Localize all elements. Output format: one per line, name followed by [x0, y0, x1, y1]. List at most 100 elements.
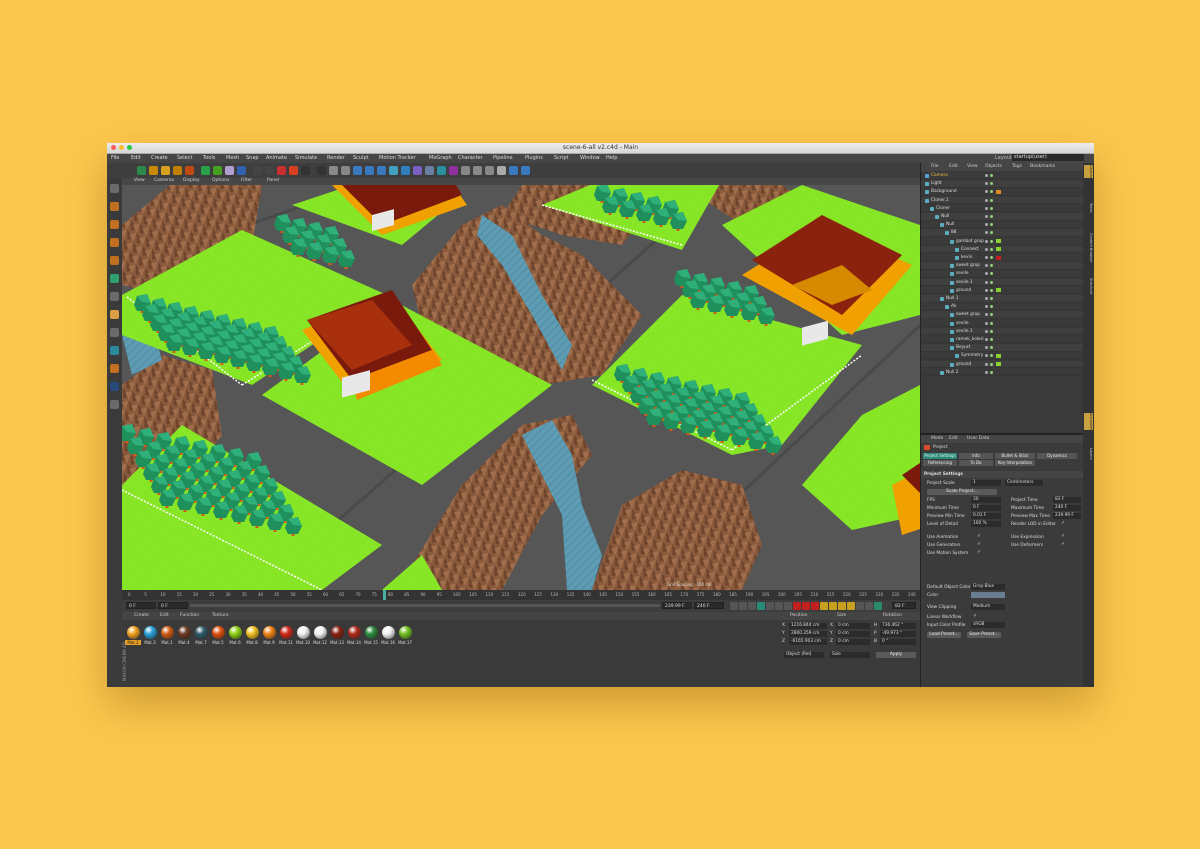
viewport-menu-cameras[interactable]: Cameras	[154, 178, 174, 183]
visibility-dot-icon[interactable]	[985, 272, 988, 276]
apply-button[interactable]: Apply	[876, 652, 916, 658]
tab-key-interpolation[interactable]: Key Interpolation	[995, 460, 1035, 466]
enable-check-icon[interactable]	[990, 231, 993, 235]
visibility-dot-icon[interactable]	[985, 329, 988, 333]
linear-workflow-checkbox[interactable]: ✓	[973, 613, 977, 619]
max-frame-field[interactable]: 240 F	[694, 602, 724, 609]
next-frame-button[interactable]	[766, 602, 774, 610]
material-swatch[interactable]: Mat.9	[261, 626, 277, 645]
coord-size-field[interactable]: 0 cm	[836, 639, 870, 645]
view-clipping-select[interactable]: Medium	[971, 604, 1005, 610]
material-swatch[interactable]: Mat.13	[329, 626, 345, 645]
current-frame-field[interactable]: 82 F	[892, 602, 916, 609]
object-tree-row[interactable]: ramek_koleri	[921, 336, 1084, 344]
visibility-dot-icon[interactable]	[985, 288, 988, 292]
scene-icon[interactable]	[401, 166, 410, 175]
visibility-dot-icon[interactable]	[985, 215, 988, 218]
locked-workplane-icon[interactable]	[110, 364, 119, 373]
object-tree-row[interactable]: sweet grup	[921, 311, 1084, 319]
enable-check-icon[interactable]	[990, 215, 993, 218]
enable-check-icon[interactable]	[990, 354, 993, 358]
viewport-menu-options[interactable]: Options	[212, 178, 229, 183]
material-swatch[interactable]: Mat.17	[397, 626, 413, 645]
viewport-3d[interactable]: Grid Spacing : 100 cm	[122, 185, 920, 590]
keyframe-selection-button[interactable]	[811, 602, 819, 610]
enable-check-icon[interactable]	[990, 206, 993, 210]
object-tree-row[interactable]: sevile.1	[921, 327, 1084, 336]
viewport-menu-panel[interactable]: Panel	[267, 178, 279, 183]
coord-rot-field[interactable]: -49.973 °	[880, 631, 916, 637]
start-frame-field[interactable]: 0 F	[126, 602, 156, 609]
object-tree-row[interactable]: Null	[921, 221, 1084, 229]
material-menu-edit[interactable]: Edit	[160, 613, 169, 618]
visibility-dot-icon[interactable]	[985, 231, 988, 235]
enable-check-icon[interactable]	[990, 264, 993, 268]
rotation-key-button[interactable]	[838, 602, 846, 610]
load-preset-button[interactable]: Load Preset...	[927, 632, 961, 638]
tab-to-do[interactable]: To Do	[959, 460, 993, 466]
menu-animate[interactable]: Animate	[266, 155, 287, 161]
coord-size-field[interactable]: 0 cm	[836, 631, 870, 637]
size-mode-select[interactable]: Size	[830, 652, 870, 658]
material-swatch[interactable]: Mat.7	[193, 626, 209, 645]
visibility-dot-icon[interactable]	[985, 338, 988, 341]
rotate-icon[interactable]	[173, 166, 182, 175]
tab-referencing[interactable]: Referencing	[923, 460, 957, 466]
tab-project-settings[interactable]: Project Settings	[923, 453, 957, 459]
enable-check-icon[interactable]	[990, 280, 993, 284]
menu-simulate[interactable]: Simulate	[295, 155, 317, 161]
object-tree-row[interactable]: Camera	[921, 172, 1084, 180]
object-tree-row[interactable]: Background	[921, 188, 1084, 196]
menu-plugins[interactable]: Plugins	[525, 155, 543, 161]
project-scale-field[interactable]: 1	[971, 480, 1001, 486]
enable-check-icon[interactable]	[990, 346, 993, 350]
enable-check-icon[interactable]	[990, 370, 993, 374]
material-swatch[interactable]: Mat.8	[244, 626, 260, 645]
attribute-menu-mode[interactable]: Mode	[931, 436, 943, 441]
visibility-dot-icon[interactable]	[985, 321, 988, 325]
menu-select[interactable]: Select	[177, 155, 192, 161]
snap-mode-icon[interactable]	[110, 382, 119, 391]
level-of-detail-field[interactable]: 100 %	[971, 521, 1001, 527]
menu-edit[interactable]: Edit	[131, 155, 141, 161]
tag-icon[interactable]	[996, 353, 1001, 358]
go-to-start-button[interactable]	[730, 602, 738, 610]
menu-mograph[interactable]: MoGraph	[429, 155, 452, 161]
enable-check-icon[interactable]	[990, 313, 993, 317]
y-axis-icon[interactable]	[213, 166, 222, 175]
enable-check-icon[interactable]	[990, 329, 993, 333]
scale-icon[interactable]	[161, 166, 170, 175]
menu-pipeline[interactable]: Pipeline	[493, 155, 513, 161]
prev-key-button[interactable]	[739, 602, 747, 610]
tag-icon[interactable]	[996, 239, 1001, 244]
material-swatch[interactable]: Mat.11	[278, 626, 294, 645]
menu-character[interactable]: Character	[458, 155, 483, 161]
workplane-mode-icon[interactable]	[110, 238, 119, 247]
coord-pos-field[interactable]: 2800.359 cm	[789, 631, 827, 637]
material-swatch[interactable]: Mat.1	[159, 626, 175, 645]
coord-rot-field[interactable]: 0 °	[880, 639, 916, 645]
range-slider[interactable]	[190, 604, 660, 607]
floor-icon[interactable]	[521, 166, 530, 175]
visibility-dot-icon[interactable]	[985, 313, 988, 317]
enable-check-icon[interactable]	[990, 190, 993, 194]
nurbs-icon[interactable]	[341, 166, 350, 175]
menu-snap[interactable]: Snap	[246, 155, 259, 161]
object-tree-row[interactable]: ground	[921, 360, 1084, 369]
visibility-dot-icon[interactable]	[985, 198, 988, 202]
enable-check-icon[interactable]	[990, 321, 993, 325]
object-tree-row[interactable]: Null	[921, 213, 1084, 221]
use-deformers-checkbox[interactable]: ✓	[1061, 541, 1065, 547]
pla-key-button[interactable]	[856, 602, 864, 610]
coord-mode-select[interactable]: Object (Rel)	[784, 652, 824, 658]
viewport-solo-icon[interactable]	[110, 346, 119, 355]
enable-check-icon[interactable]	[990, 297, 993, 300]
enable-check-icon[interactable]	[990, 223, 993, 227]
object-menu-file[interactable]: File	[931, 164, 939, 169]
z-axis-icon[interactable]	[225, 166, 234, 175]
object-tree-row[interactable]: sweet grup	[921, 262, 1084, 270]
position-key-button[interactable]	[820, 602, 828, 610]
go-to-end-button[interactable]	[784, 602, 792, 610]
edges-mode-icon[interactable]	[110, 274, 119, 283]
visibility-dot-icon[interactable]	[985, 190, 988, 194]
